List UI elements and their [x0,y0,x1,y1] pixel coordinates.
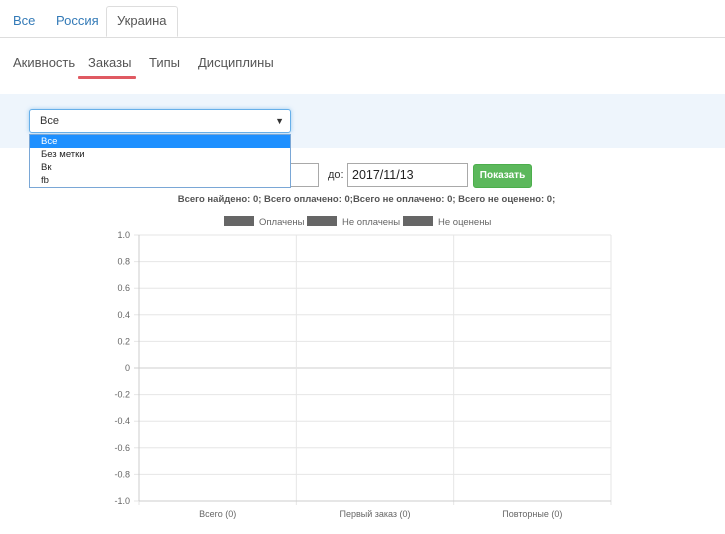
show-button[interactable]: Показать [473,164,532,188]
tab-russia[interactable]: Россия [46,8,109,38]
y-tick-label: -0.4 [114,416,130,426]
source-dropdown-list: Все Без метки Вк fb [29,134,291,188]
x-tick-label: Всего (0) [199,509,236,519]
y-tick-label: 0.8 [117,257,130,267]
subtab-disciplines[interactable]: Дисциплины [198,55,274,70]
y-tick-label: 0.6 [117,283,130,293]
summary-text: Всего найдено: 0; Всего оплачено: 0;Всег… [177,194,556,205]
y-tick-label: -1.0 [114,496,130,506]
date-to-label: до: [328,169,344,181]
orders-chart: 1.0 0.8 0.6 0.4 0.2 0 -0.2 -0.4 -0.6 -0.8 -1.0 Всег… [114,230,612,519]
tab-ukraine[interactable]: Украина [106,6,178,37]
subtab-orders[interactable]: Заказы [88,55,131,70]
dropdown-option-vk[interactable]: Вк [30,161,290,174]
y-tick-label: -0.6 [114,443,130,453]
x-tick-label: Первый заказ (0) [339,509,410,519]
dropdown-option-no-tag[interactable]: Без метки [30,148,290,161]
dropdown-option-all[interactable]: Все [30,135,290,148]
country-tabs: Все Россия Украина [0,0,725,38]
active-subtab-underline [78,76,136,79]
y-tick-label: 0.2 [117,336,130,346]
y-tick-label: 0 [125,363,130,373]
subtab-activity[interactable]: Акивность [13,55,75,70]
y-tick-label: 1.0 [117,230,130,240]
source-select[interactable]: Все ▼ [29,109,291,133]
date-to-input[interactable]: 2017/11/13 [347,163,468,187]
tab-all[interactable]: Все [3,8,45,38]
y-tick-label: -0.8 [114,469,130,479]
y-tick-label: -0.2 [114,390,130,400]
source-select-value: Все [40,115,59,127]
caret-down-icon: ▼ [275,116,284,126]
dropdown-option-fb[interactable]: fb [30,174,290,187]
subtab-types[interactable]: Типы [149,55,180,70]
y-tick-label: 0.4 [117,310,130,320]
x-tick-label: Повторные (0) [502,509,562,519]
